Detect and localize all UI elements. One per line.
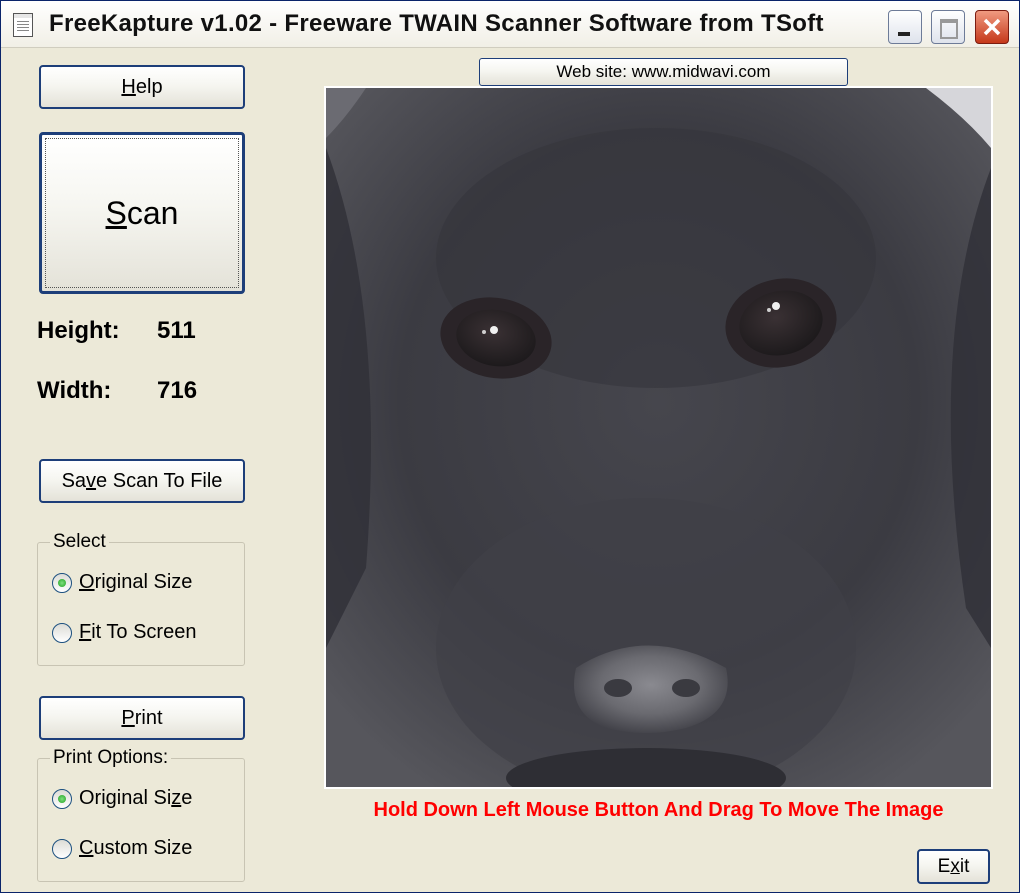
radio-original-size[interactable]: Original Size <box>52 571 192 594</box>
minimize-button[interactable] <box>888 10 922 44</box>
height-label: Height: <box>37 317 120 344</box>
exit-button[interactable]: Ex it <box>917 849 990 884</box>
app-icon[interactable] <box>13 13 33 37</box>
select-groupbox: Select Original Size Fit To Screen <box>37 531 245 666</box>
width-label: Width: <box>37 377 112 404</box>
radio-label: Custom Size <box>79 837 193 859</box>
maximize-button[interactable] <box>931 10 965 44</box>
radio-label: Original Size <box>79 787 193 809</box>
radio-button[interactable] <box>52 838 72 859</box>
scan-accel: S <box>105 194 127 231</box>
save-scan-button[interactable]: Sa v e Scan To File <box>39 459 245 503</box>
exit-label-pre: E <box>937 855 951 877</box>
radio-button-checked[interactable] <box>52 572 72 593</box>
drag-hint-text: Hold Down Left Mouse Button And Drag To … <box>373 799 944 821</box>
print-button[interactable]: Print <box>39 696 245 740</box>
window-title: FreeKapture v1.02 - Freeware TWAIN Scann… <box>49 10 824 37</box>
help-button[interactable]: Help <box>39 65 245 109</box>
radio-print-original-size[interactable]: Original Size <box>52 787 192 810</box>
scan-label: can <box>126 194 179 231</box>
close-button[interactable] <box>975 10 1009 44</box>
scanned-image-viewport[interactable] <box>324 86 993 789</box>
scan-button[interactable]: Scan <box>39 132 245 294</box>
close-icon <box>983 18 1001 36</box>
radio-label: Fit To Screen <box>79 621 197 643</box>
print-accel: P <box>121 706 135 729</box>
scanned-image[interactable] <box>326 88 991 787</box>
radio-fit-to-screen[interactable]: Fit To Screen <box>52 621 196 644</box>
save-label-rest: e Scan To File <box>96 469 223 492</box>
height-value: 511 <box>157 317 196 344</box>
print-options-groupbox: Print Options: Original Size Custom Size <box>37 747 245 882</box>
exit-label-rest: it <box>959 855 970 877</box>
radio-label: Original Size <box>79 571 193 593</box>
save-accel: v <box>86 469 97 492</box>
title-bar[interactable]: FreeKapture v1.02 - Freeware TWAIN Scann… <box>1 1 1019 48</box>
exit-accel: x <box>950 855 960 877</box>
select-legend: Select <box>50 531 109 553</box>
radio-custom-size[interactable]: Custom Size <box>52 837 192 860</box>
radio-button[interactable] <box>52 622 72 643</box>
radio-button-checked[interactable] <box>52 788 72 809</box>
website-button[interactable]: Web site: www.midwavi.com <box>479 58 848 86</box>
print-label: rint <box>134 706 163 729</box>
app-window: FreeKapture v1.02 - Freeware TWAIN Scann… <box>0 0 1020 893</box>
save-label-pre: Sa <box>61 469 87 492</box>
help-accel: H <box>121 75 136 98</box>
help-label: elp <box>135 75 163 98</box>
width-value: 716 <box>157 377 198 404</box>
print-options-legend: Print Options: <box>50 747 172 769</box>
